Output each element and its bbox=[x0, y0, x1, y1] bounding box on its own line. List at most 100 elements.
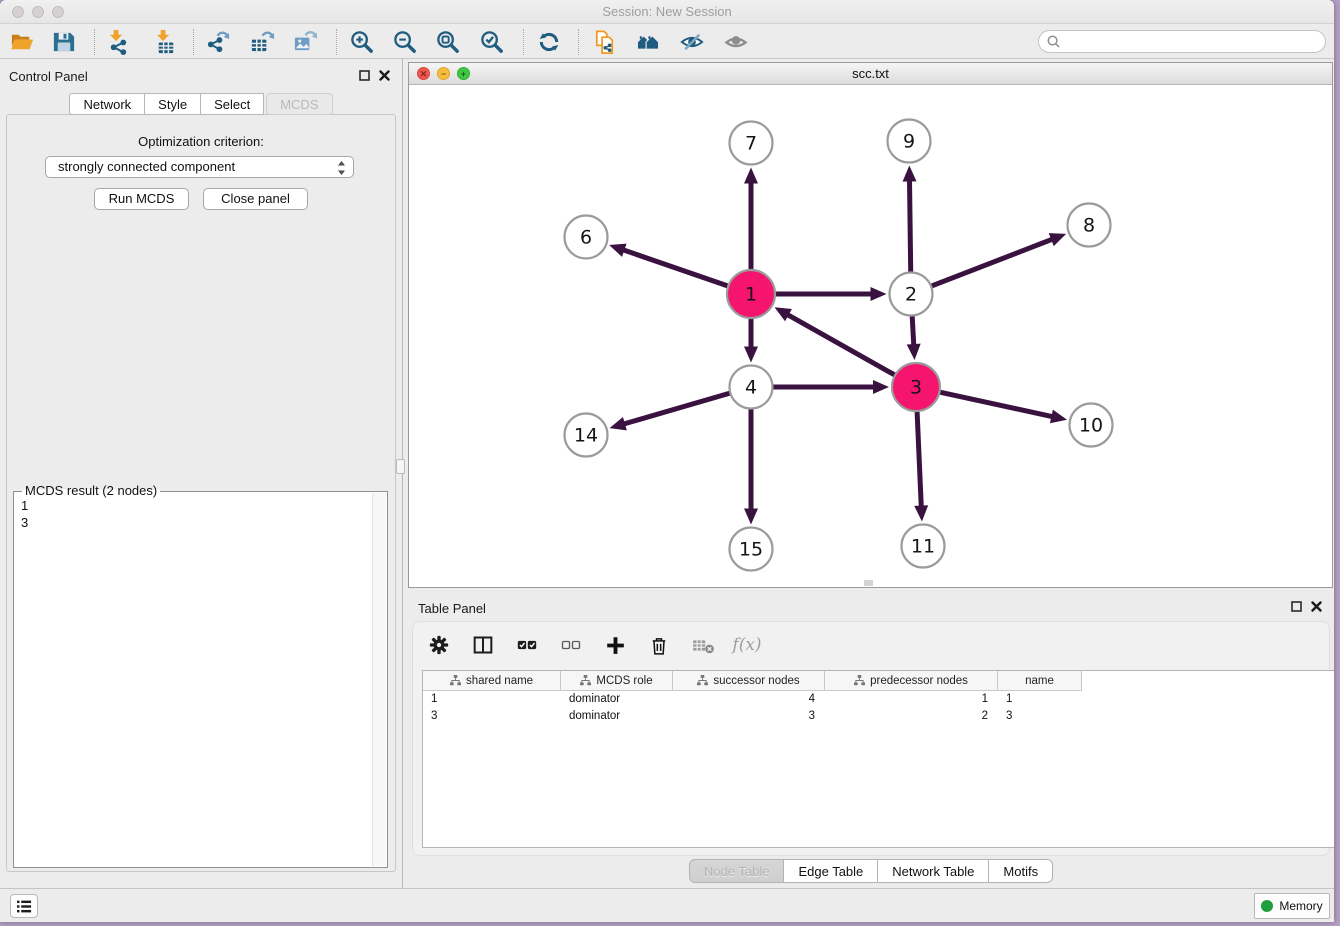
settings-gear-icon[interactable] bbox=[427, 633, 451, 657]
network-canvas[interactable]: 7968124314101511 bbox=[409, 85, 1332, 587]
toolbar-separator bbox=[578, 29, 579, 55]
graph-edge-arrow bbox=[903, 165, 917, 181]
toolbar-separator bbox=[336, 29, 337, 55]
save-session-icon[interactable] bbox=[50, 28, 78, 56]
mcds-result-lines: 1 3 bbox=[21, 497, 28, 531]
column-header-mcds-role[interactable]: MCDS role bbox=[561, 671, 673, 691]
import-table-icon[interactable] bbox=[151, 28, 179, 56]
criterion-select[interactable]: strongly connected component bbox=[45, 156, 354, 178]
search-icon bbox=[1046, 34, 1061, 49]
column-type-icon bbox=[450, 675, 461, 686]
table-tabs: Node Table Edge Table Network Table Moti… bbox=[408, 859, 1334, 883]
column-panel-icon[interactable] bbox=[471, 633, 495, 657]
graph-node-label: 15 bbox=[739, 539, 763, 561]
panel-splitter-handle[interactable] bbox=[396, 459, 405, 474]
select-all-icon[interactable] bbox=[515, 633, 539, 657]
graph-node-label: 6 bbox=[580, 227, 592, 249]
network-title: scc.txt bbox=[409, 66, 1332, 81]
table-panel-body: f(x) shared name MCDS role successor nod… bbox=[412, 621, 1330, 856]
graph-node-label: 1 bbox=[745, 284, 757, 306]
graph-edge-4-14 bbox=[622, 393, 730, 425]
zoom-selected-icon[interactable] bbox=[478, 28, 506, 56]
session-title: Session: New Session bbox=[0, 4, 1334, 19]
tab-mcds[interactable]: MCDS bbox=[266, 93, 332, 115]
mcds-panel: Optimization criterion: strongly connect… bbox=[6, 114, 396, 872]
search-input[interactable] bbox=[1065, 35, 1325, 49]
graph-edge-arrow bbox=[744, 347, 758, 363]
canvas-splitter-handle[interactable] bbox=[864, 580, 873, 586]
graph-edge-arrow bbox=[610, 417, 627, 430]
close-panel-button[interactable]: Close panel bbox=[203, 188, 308, 210]
task-history-button[interactable] bbox=[10, 894, 38, 918]
list-icon bbox=[16, 899, 33, 914]
home-icon[interactable] bbox=[634, 28, 662, 56]
graph-node-label: 8 bbox=[1083, 215, 1095, 237]
tab-style[interactable]: Style bbox=[145, 93, 201, 115]
column-header-shared-name[interactable]: shared name bbox=[423, 671, 561, 691]
graph-edge-arrow bbox=[744, 509, 758, 525]
tab-select[interactable]: Select bbox=[201, 93, 264, 115]
search-field[interactable] bbox=[1038, 30, 1326, 53]
table-panel-title: Table Panel bbox=[418, 601, 486, 616]
node-table: shared name MCDS role successor nodes pr… bbox=[422, 670, 1334, 848]
open-session-icon[interactable] bbox=[8, 28, 36, 56]
add-column-icon[interactable] bbox=[603, 633, 627, 657]
float-panel-icon[interactable] bbox=[1291, 601, 1302, 612]
hide-selected-icon[interactable] bbox=[678, 28, 706, 56]
graph-node-label: 3 bbox=[910, 377, 922, 399]
export-table-icon[interactable] bbox=[248, 28, 276, 56]
graph-node-label: 2 bbox=[905, 284, 917, 306]
criterion-selected-value: strongly connected component bbox=[58, 159, 235, 174]
table-row[interactable]: 1 dominator 4 1 1 bbox=[423, 691, 1334, 708]
main-titlebar: Session: New Session bbox=[0, 0, 1334, 24]
graph-node-label: 10 bbox=[1079, 415, 1103, 437]
tab-network[interactable]: Network bbox=[69, 93, 145, 115]
column-header-predecessor-nodes[interactable]: predecessor nodes bbox=[825, 671, 998, 691]
zoom-in-icon[interactable] bbox=[348, 28, 376, 56]
delete-table-icon bbox=[691, 633, 715, 657]
column-type-icon bbox=[854, 675, 865, 686]
graph-canvas[interactable]: 7968124314101511 bbox=[409, 85, 1332, 587]
float-panel-icon[interactable] bbox=[359, 70, 370, 81]
main-toolbar bbox=[0, 25, 1334, 59]
network-window: ✕ − + scc.txt 7968124314101511 bbox=[408, 62, 1333, 588]
column-type-icon bbox=[697, 675, 708, 686]
zoom-fit-icon[interactable] bbox=[434, 28, 462, 56]
import-network-icon[interactable] bbox=[104, 28, 132, 56]
result-scrollbar[interactable] bbox=[372, 493, 386, 866]
export-image-icon[interactable] bbox=[291, 28, 319, 56]
tab-network-table[interactable]: Network Table bbox=[878, 859, 989, 883]
graph-edge-2-8 bbox=[931, 239, 1054, 287]
table-row[interactable]: 3 dominator 3 2 3 bbox=[423, 708, 1334, 725]
memory-status-icon bbox=[1261, 900, 1273, 912]
table-panel: Table Panel bbox=[408, 593, 1334, 888]
tab-motifs[interactable]: Motifs bbox=[989, 859, 1053, 883]
graph-edge-3-10 bbox=[939, 392, 1054, 417]
clone-network-icon[interactable] bbox=[591, 28, 619, 56]
close-panel-icon[interactable] bbox=[379, 70, 390, 81]
show-details-icon[interactable] bbox=[722, 28, 750, 56]
memory-button[interactable]: Memory bbox=[1254, 893, 1330, 919]
graph-edge-2-9 bbox=[909, 178, 910, 272]
column-header-successor-nodes[interactable]: successor nodes bbox=[673, 671, 825, 691]
control-panel: Control Panel Network Style Select MCDS … bbox=[0, 59, 403, 888]
app-window: Session: New Session bbox=[0, 0, 1334, 922]
zoom-out-icon[interactable] bbox=[391, 28, 419, 56]
optimization-criterion-label: Optimization criterion: bbox=[7, 134, 395, 149]
toolbar-separator bbox=[94, 29, 95, 55]
graph-edge-arrow bbox=[907, 344, 921, 360]
run-mcds-button[interactable]: Run MCDS bbox=[94, 188, 189, 210]
tab-node-table[interactable]: Node Table bbox=[689, 859, 785, 883]
tab-edge-table[interactable]: Edge Table bbox=[784, 859, 878, 883]
mcds-result-title: MCDS result (2 nodes) bbox=[22, 483, 160, 498]
delete-column-icon[interactable] bbox=[647, 633, 671, 657]
deselect-all-icon[interactable] bbox=[559, 633, 583, 657]
column-header-name[interactable]: name bbox=[998, 671, 1082, 691]
refresh-icon[interactable] bbox=[535, 28, 563, 56]
close-panel-icon[interactable] bbox=[1311, 601, 1322, 612]
export-network-icon[interactable] bbox=[204, 28, 232, 56]
network-titlebar[interactable]: ✕ − + scc.txt bbox=[409, 63, 1332, 85]
graph-edge-arrow bbox=[1050, 410, 1067, 424]
control-panel-tabs: Network Style Select MCDS bbox=[0, 93, 402, 115]
table-header-row: shared name MCDS role successor nodes pr… bbox=[423, 671, 1334, 691]
